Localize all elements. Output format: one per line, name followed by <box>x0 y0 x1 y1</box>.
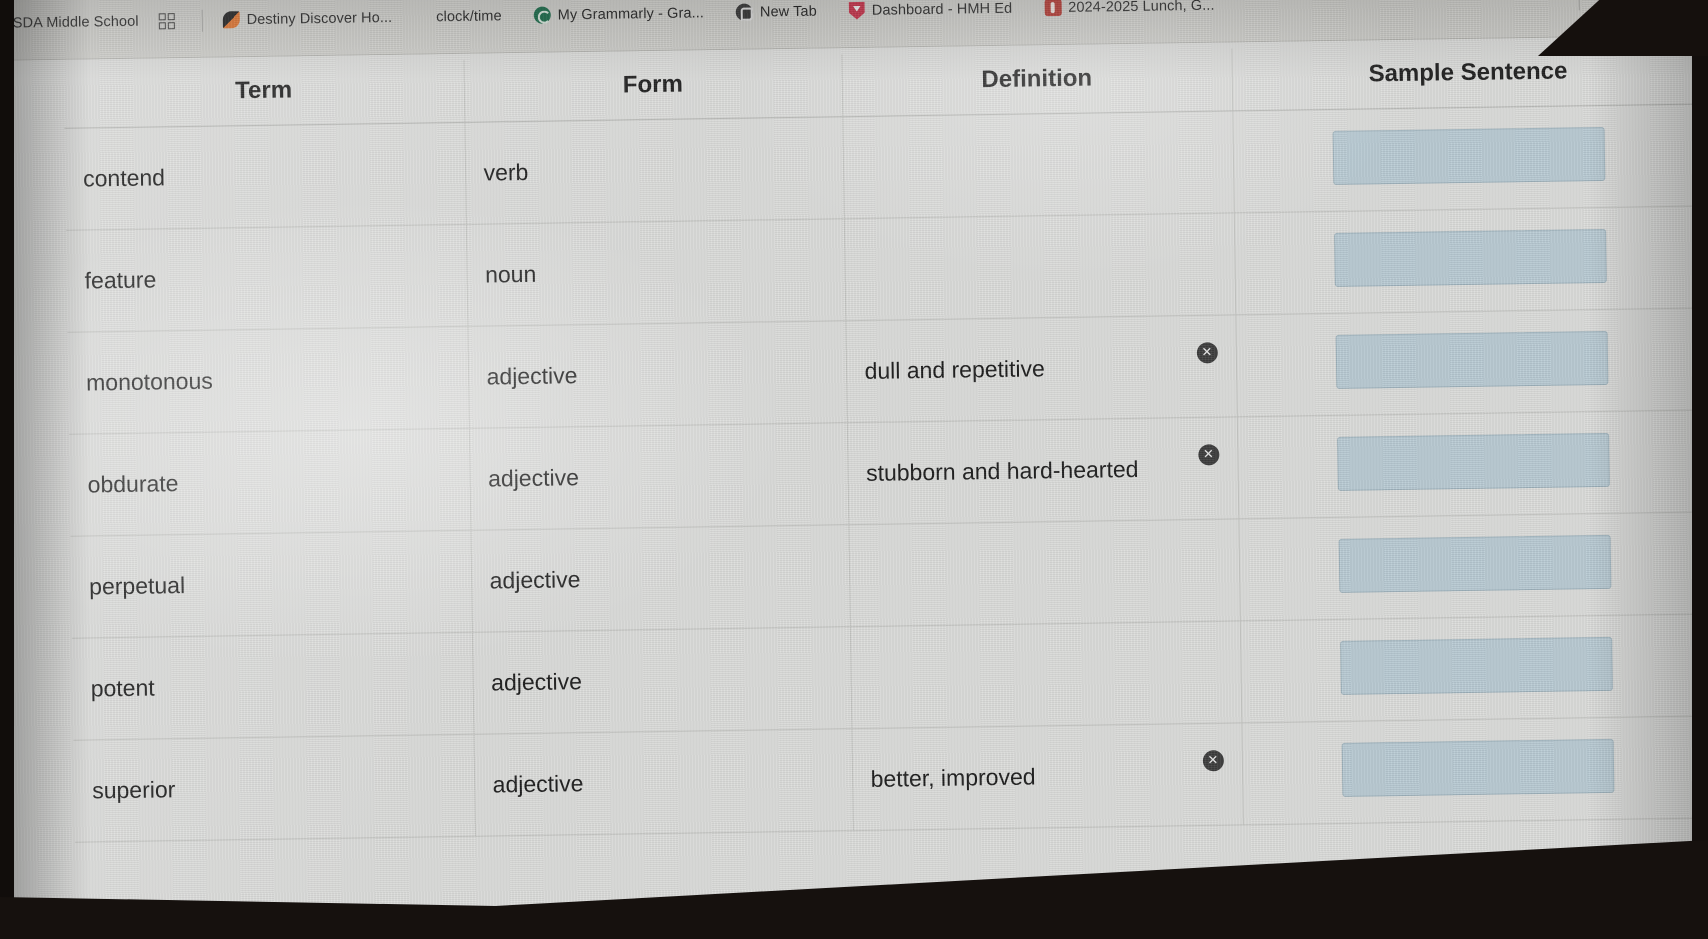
sentence-answer-box[interactable] <box>1337 432 1611 491</box>
cell-sample-sentence <box>1235 307 1708 417</box>
bookmark-label: SDA Middle School <box>12 13 139 32</box>
sentence-answer-box[interactable] <box>1341 738 1615 797</box>
cell-term: contend <box>64 122 466 231</box>
column-header-term: Term <box>63 59 465 129</box>
bookmark-new-tab[interactable]: New Tab <box>714 0 827 24</box>
bookmark-2024-2025-lunch[interactable]: 2024-2025 Lunch, G... <box>1022 0 1225 20</box>
sentence-answer-box[interactable] <box>1332 126 1606 185</box>
bookmark-label: clock/time <box>436 7 502 25</box>
clear-definition-icon[interactable]: ✕ <box>1197 443 1220 465</box>
bookmark-apps-grid[interactable] <box>148 9 191 32</box>
cell-definition <box>842 110 1234 219</box>
cell-term: superior <box>73 734 475 843</box>
cell-term: potent <box>71 632 474 741</box>
apps-grid-icon <box>158 12 175 29</box>
lunch-icon <box>1044 0 1062 17</box>
bookmark-my-grammarly[interactable]: My Grammarly - Gra... <box>524 1 715 27</box>
cell-form: noun <box>465 218 846 327</box>
monitor-bezel-left <box>0 0 14 939</box>
bookmark-sda-middle-school[interactable]: SDA Middle School <box>0 10 149 34</box>
bookmark-destiny-discover[interactable]: Destiny Discover Ho... <box>212 6 402 32</box>
hmh-icon <box>849 1 865 19</box>
vocabulary-table: Term Form Definition Sample Sentence con… <box>63 41 1708 843</box>
sentence-answer-box[interactable] <box>1338 534 1612 593</box>
bookmark-clock-time[interactable]: clock/time <box>402 4 524 28</box>
cell-term: obdurate <box>68 428 471 537</box>
cell-definition <box>849 620 1242 729</box>
cell-term: feature <box>65 224 468 333</box>
sentence-answer-box[interactable] <box>1340 636 1614 695</box>
bookmark-label: My Grammarly - Gra... <box>557 4 705 23</box>
bookmark-label: Dashboard - HMH Ed <box>871 0 1013 19</box>
cell-sample-sentence <box>1241 715 1708 825</box>
column-header-form: Form <box>463 54 843 123</box>
bookmark-divider <box>201 9 203 32</box>
cell-definition: stubborn and hard-hearted ✕ <box>846 416 1239 525</box>
cell-sample-sentence <box>1236 409 1708 519</box>
cell-term: perpetual <box>70 530 472 639</box>
sentence-answer-box[interactable] <box>1335 330 1609 389</box>
cell-definition: better, improved ✕ <box>851 722 1243 831</box>
cell-form: adjective <box>470 524 850 633</box>
newtab-icon <box>735 3 754 21</box>
clear-definition-icon[interactable]: ✕ <box>1196 341 1218 364</box>
grammarly-icon <box>533 6 551 24</box>
cell-form: adjective <box>473 728 853 837</box>
cell-form: verb <box>464 116 844 225</box>
bookmark-label: New Tab <box>759 3 817 20</box>
clear-definition-icon[interactable]: ✕ <box>1202 749 1224 771</box>
table-body: contend verb feature noun monotonous adj… <box>64 103 1708 843</box>
cell-form: adjective <box>468 422 849 531</box>
definition-text: dull and repetitive <box>864 355 1046 384</box>
bookmark-label: Destiny Discover Ho... <box>246 9 393 28</box>
cell-sample-sentence <box>1232 103 1706 213</box>
sentence-answer-box[interactable] <box>1334 228 1608 287</box>
cell-definition <box>843 212 1236 321</box>
monitor-bezel-right <box>1692 0 1708 939</box>
cell-definition: dull and repetitive ✕ <box>845 314 1237 423</box>
bookmarks-list: SDA Middle School Destiny Discover Ho...… <box>0 0 1575 35</box>
definition-text: stubborn and hard-hearted <box>865 455 1139 486</box>
cell-term: monotonous <box>67 326 469 435</box>
screen-photo: SDA Middle School Destiny Discover Ho...… <box>0 0 1708 939</box>
cell-definition <box>848 518 1240 627</box>
browser-window: SDA Middle School Destiny Discover Ho...… <box>0 0 1708 939</box>
cell-form: adjective <box>467 320 847 429</box>
page-content: Term Form Definition Sample Sentence con… <box>0 34 1708 939</box>
column-header-definition: Definition <box>841 48 1233 117</box>
bookmark-dashboard-hmh-ed[interactable]: Dashboard - HMH Ed <box>827 0 1023 23</box>
cell-sample-sentence <box>1239 613 1708 723</box>
cell-sample-sentence <box>1233 205 1708 315</box>
cell-form: adjective <box>471 626 852 735</box>
destiny-icon <box>222 11 240 29</box>
definition-text: better, improved <box>870 763 1036 792</box>
bookmark-label: 2024-2025 Lunch, G... <box>1068 0 1215 16</box>
bookmark-divider <box>1578 0 1580 10</box>
cell-sample-sentence <box>1238 511 1708 621</box>
